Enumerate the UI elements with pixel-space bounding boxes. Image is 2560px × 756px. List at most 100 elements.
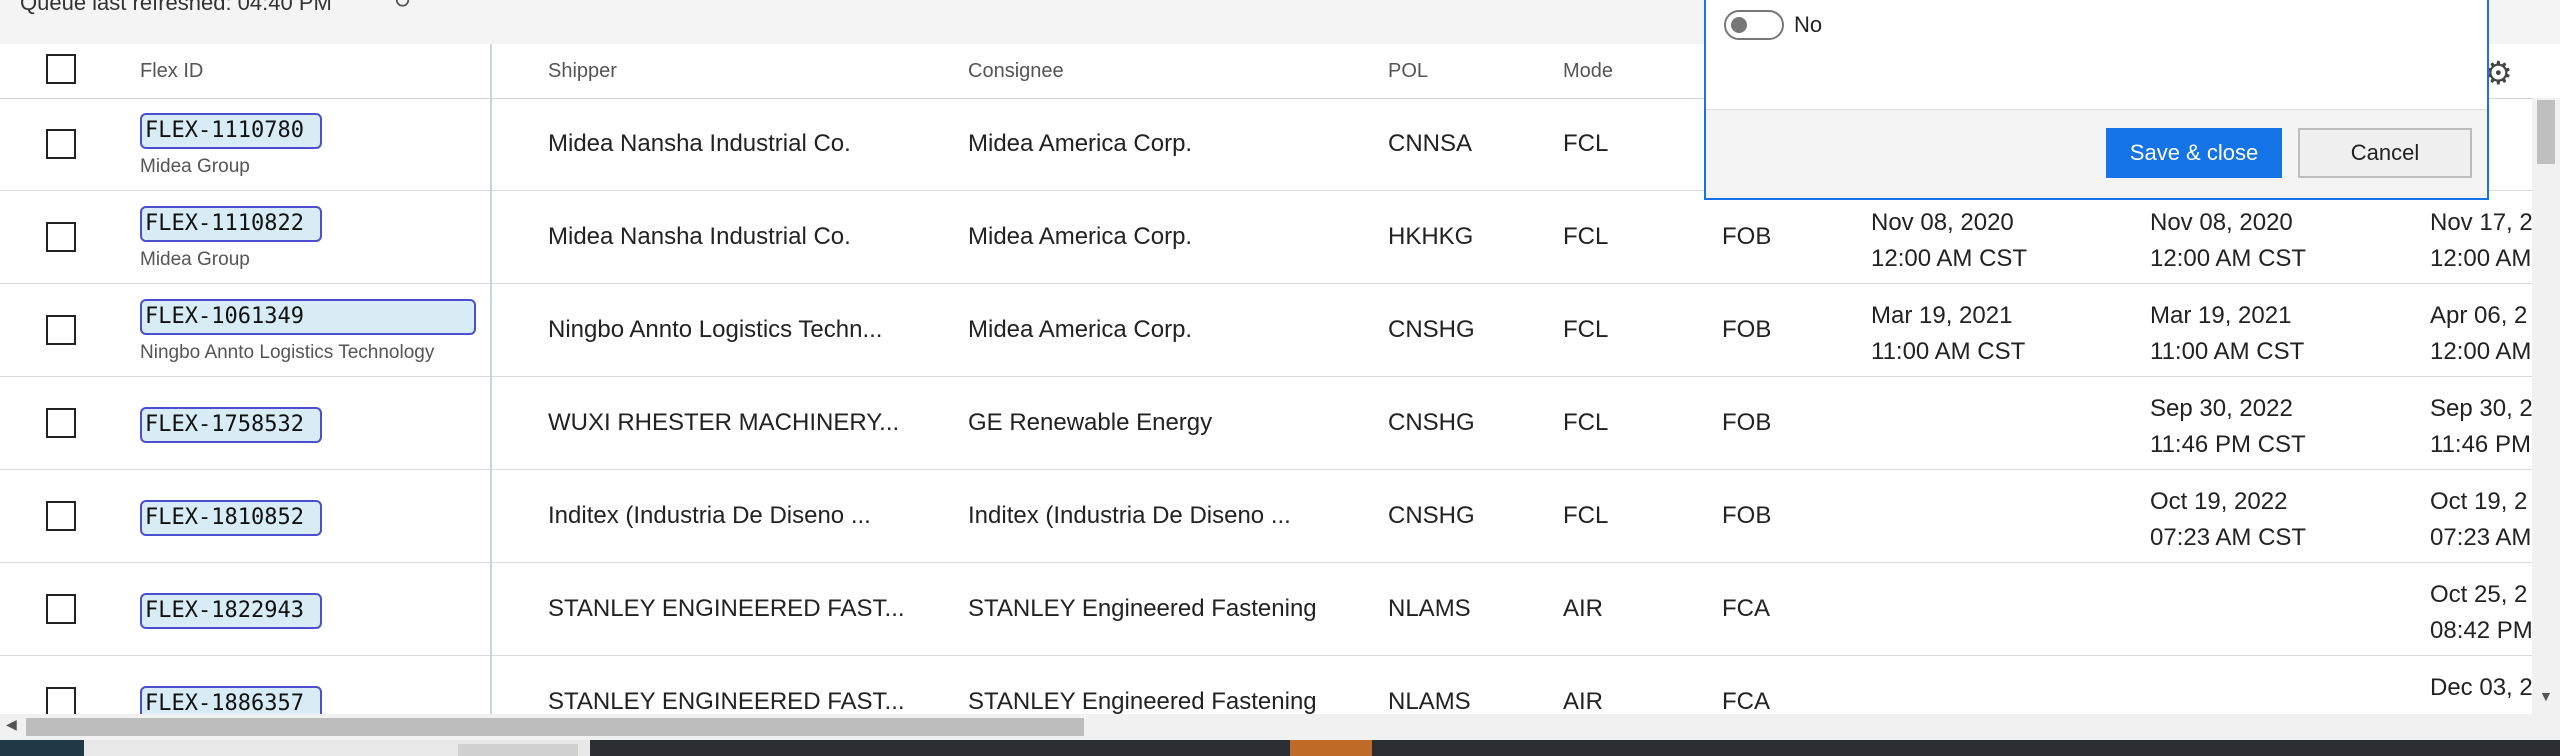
date-cell-2-time: 11:00 AM CST (2150, 338, 2305, 365)
row-checkbox[interactable] (46, 315, 76, 345)
taskbar-search-field[interactable] (458, 744, 578, 756)
flex-id-subtitle: Midea Group (140, 156, 250, 177)
date-cell-3-time: 08:42 PM (2430, 617, 2533, 644)
date-cell-2-time: 11:46 PM CST (2150, 431, 2306, 458)
date-cell-1-time: 11:00 AM CST (1871, 338, 2026, 365)
incoterm-cell: FOB (1722, 502, 1772, 529)
pol-cell: CNSHG (1388, 316, 1475, 343)
date-cell-2-time: 07:23 AM CST (2150, 524, 2307, 551)
date-cell-2-date: Nov 08, 2020 (2150, 209, 2293, 236)
taskbar (0, 740, 2560, 756)
shipper-cell: STANLEY ENGINEERED FAST... (548, 688, 905, 715)
table-row[interactable]: FLEX-1061349 Ningbo Annto Logistics Techn… (0, 284, 2560, 377)
date-cell-3-date: Oct 19, 2 (2430, 488, 2528, 515)
column-settings-popup: No Save & close Cancel (1704, 0, 2489, 200)
column-header-flex-id[interactable]: Flex ID (140, 60, 203, 83)
consignee-cell: Midea America Corp. (968, 316, 1193, 343)
shipper-cell: STANLEY ENGINEERED FAST... (548, 595, 905, 622)
pol-cell: NLAMS (1388, 688, 1471, 715)
queue-refreshed-text: Queue last refreshed: 04:40 PM (20, 0, 332, 15)
row-checkbox[interactable] (46, 594, 76, 624)
date-cell-3-time: 07:23 AM (2430, 524, 2532, 551)
row-checkbox[interactable] (46, 501, 76, 531)
flex-id-link[interactable]: FLEX-1822943 (140, 593, 322, 629)
scroll-left-icon[interactable]: ◀ (6, 716, 17, 733)
table-row[interactable]: FLEX-1822943 STANLEY ENGINEERED FAST... ST… (0, 563, 2560, 656)
scroll-down-icon[interactable]: ▼ (2539, 688, 2553, 704)
select-all-checkbox[interactable] (46, 54, 76, 84)
horizontal-scroll-thumb[interactable] (26, 718, 1084, 736)
incoterm-cell: FOB (1722, 223, 1772, 250)
mode-cell: FCL (1563, 223, 1609, 250)
date-cell-3: Apr 06, 2 12:00 AM (2430, 298, 2531, 370)
date-cell-1: Mar 19, 2021 11:00 AM CST (1871, 298, 2025, 370)
row-checkbox[interactable] (46, 222, 76, 252)
table-row[interactable]: FLEX-1110822 Midea Group Midea Nansha Indu… (0, 191, 2560, 284)
date-cell-2-date: Sep 30, 2022 (2150, 395, 2293, 422)
taskbar-app-icon[interactable] (1290, 740, 1372, 756)
popup-footer: Save & close Cancel (1706, 109, 2487, 198)
date-cell-3: Oct 19, 2 07:23 AM (2430, 484, 2531, 556)
date-cell-2-date: Mar 19, 2021 (2150, 302, 2292, 329)
date-cell-1-date: Mar 19, 2021 (1871, 302, 2013, 329)
column-header-shipper[interactable]: Shipper (548, 60, 617, 83)
incoterm-cell: FOB (1722, 409, 1772, 436)
date-cell-3: Oct 25, 2 08:42 PM (2430, 577, 2533, 649)
date-cell-3-date: Dec 03, 2 (2430, 674, 2533, 701)
shipper-cell: WUXI RHESTER MACHINERY... (548, 409, 900, 436)
mode-cell: AIR (1563, 595, 1604, 622)
incoterm-cell: FCA (1722, 595, 1770, 622)
date-cell-3-time: 11:46 PM (2430, 431, 2531, 458)
consignee-cell: Inditex (Industria De Diseno ... (968, 502, 1291, 529)
column-header-mode[interactable]: Mode (1563, 60, 1613, 83)
column-header-pol[interactable]: POL (1388, 60, 1428, 83)
consignee-cell: STANLEY Engineered Fastening (968, 595, 1317, 622)
date-cell-2: Oct 19, 2022 07:23 AM CST (2150, 484, 2306, 556)
date-cell-2: Nov 08, 2020 12:00 AM CST (2150, 205, 2306, 277)
date-cell-3-date: Oct 25, 2 (2430, 581, 2528, 608)
flex-id-link[interactable]: FLEX-1061349 (140, 299, 476, 335)
mode-cell: FCL (1563, 409, 1609, 436)
date-cell-3: Sep 30, 2 11:46 PM (2430, 391, 2533, 463)
flex-id-link[interactable]: FLEX-1110822 (140, 206, 322, 242)
shipper-cell: Inditex (Industria De Diseno ... (548, 502, 871, 529)
date-cell-1: Nov 08, 2020 12:00 AM CST (1871, 205, 2027, 277)
pol-cell: CNSHG (1388, 409, 1475, 436)
cancel-button[interactable]: Cancel (2298, 128, 2472, 178)
date-cell-2: Mar 19, 2021 11:00 AM CST (2150, 298, 2304, 370)
row-checkbox[interactable] (46, 408, 76, 438)
toggle-knob (1731, 17, 1747, 33)
pol-cell: CNNSA (1388, 130, 1473, 157)
horizontal-scrollbar[interactable]: ◀ (0, 714, 2560, 740)
date-cell-3: Nov 17, 2 12:00 AM (2430, 205, 2533, 277)
flex-id-subtitle: Midea Group (140, 249, 250, 270)
pol-cell: HKHKG (1388, 223, 1474, 250)
flex-id-link[interactable]: FLEX-1810852 (140, 500, 322, 536)
date-cell-1-time: 12:00 AM CST (1871, 245, 2028, 272)
mode-cell: FCL (1563, 502, 1609, 529)
vertical-scroll-thumb[interactable] (2537, 100, 2555, 164)
flex-id-subtitle: Ningbo Annto Logistics Technology (140, 342, 435, 363)
table-row[interactable]: FLEX-1758532 WUXI RHESTER MACHINERY... GE … (0, 377, 2560, 470)
date-cell-2: Sep 30, 2022 11:46 PM CST (2150, 391, 2306, 463)
toggle-label: No (1794, 12, 1823, 37)
consignee-cell: GE Renewable Energy (968, 409, 1213, 436)
frozen-column-divider (490, 44, 492, 714)
save-close-button[interactable]: Save & close (2106, 128, 2282, 178)
flex-id-link[interactable]: FLEX-1758532 (140, 407, 322, 443)
row-checkbox[interactable] (46, 687, 76, 717)
toggle-switch[interactable] (1724, 10, 1784, 40)
vertical-scrollbar[interactable]: ▲ ▼ (2532, 96, 2560, 714)
column-header-consignee[interactable]: Consignee (968, 60, 1064, 83)
date-cell-2-time: 12:00 AM CST (2150, 245, 2307, 272)
row-checkbox[interactable] (46, 129, 76, 159)
table-row[interactable]: FLEX-1810852 Inditex (Industria De Diseno… (0, 470, 2560, 563)
taskbar-start[interactable] (0, 740, 84, 756)
date-cell-3-date: Apr 06, 2 (2430, 302, 2528, 329)
flex-id-link[interactable]: FLEX-1110780 (140, 113, 322, 149)
date-cell-2-date: Oct 19, 2022 (2150, 488, 2288, 515)
date-cell-3: Dec 03, 2 (2430, 670, 2533, 706)
mode-cell: AIR (1563, 688, 1604, 715)
refresh-icon[interactable]: ↻ (393, 0, 411, 14)
consignee-cell: Midea America Corp. (968, 130, 1193, 157)
